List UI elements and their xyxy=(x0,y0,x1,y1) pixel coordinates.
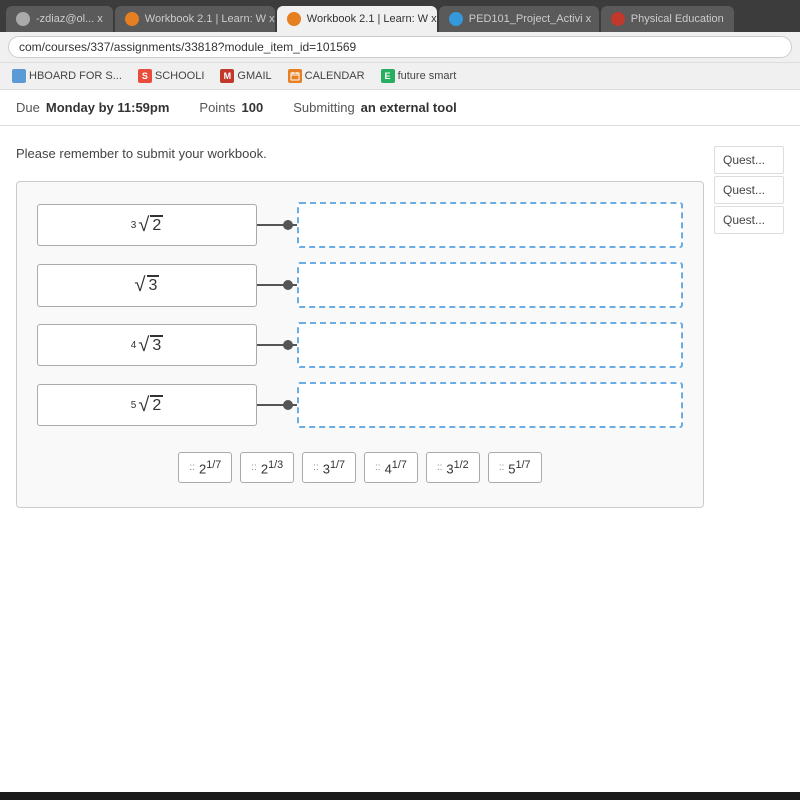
connector-1 xyxy=(257,224,297,226)
sidebar-quest-1-label: Quest... xyxy=(723,153,765,167)
tab-3[interactable]: Workbook 2.1 | Learn: W x xyxy=(277,6,437,32)
bookmark-futuresmart-label: future smart xyxy=(398,70,457,82)
tab-2[interactable]: Workbook 2.1 | Learn: W x xyxy=(115,6,275,32)
tab-4[interactable]: PED101_Project_Activi x xyxy=(439,6,599,32)
submit-notice: Please remember to submit your workbook. xyxy=(16,146,704,161)
address-bar[interactable]: com/courses/337/assignments/33818?module… xyxy=(8,36,792,58)
answer-label-4: 41/7 xyxy=(385,459,407,476)
due-value: Monday by 11:59pm xyxy=(46,100,170,115)
answer-label-1: 21/7 xyxy=(199,459,221,476)
due-label: Due xyxy=(16,100,40,115)
match-left-4: 5 √ 2 xyxy=(37,384,257,427)
drag-handle-5: :: xyxy=(437,462,443,473)
radical-4: 5 √ 2 xyxy=(131,395,163,415)
connector-4 xyxy=(257,404,297,406)
tab-2-icon xyxy=(125,12,139,26)
connector-3 xyxy=(257,344,297,346)
match-row-4: 5 √ 2 xyxy=(37,382,683,428)
bookmark-schooli-label: SCHOOLI xyxy=(155,70,205,82)
submitting-item: Submitting an external tool xyxy=(293,100,457,115)
match-row-2: √ 3 xyxy=(37,262,683,308)
drag-handle-6: :: xyxy=(499,462,505,473)
submitting-value: an external tool xyxy=(361,100,457,115)
hboard-icon xyxy=(12,69,26,83)
sidebar-quest-2-label: Quest... xyxy=(723,183,765,197)
tab-bar: -zdiaz@ol... x Workbook 2.1 | Learn: W x… xyxy=(0,6,800,32)
sidebar-quest-2[interactable]: Quest... xyxy=(714,176,784,204)
match-row-1: 3 √ 2 xyxy=(37,202,683,248)
tab-4-icon xyxy=(449,12,463,26)
bookmark-futuresmart[interactable]: E future smart xyxy=(377,67,461,85)
sidebar-quest-3[interactable]: Quest... xyxy=(714,206,784,234)
bookmark-gmail-label: GMAIL xyxy=(237,70,271,82)
match-right-4[interactable] xyxy=(297,382,683,428)
bookmark-calendar-label: CALENDAR xyxy=(305,70,365,82)
tab-1[interactable]: -zdiaz@ol... x xyxy=(6,6,113,32)
calendar-icon xyxy=(288,69,302,83)
answer-label-2: 21/3 xyxy=(261,459,283,476)
radical-3: 4 √ 3 xyxy=(131,335,163,355)
answer-chip-3[interactable]: :: 31/7 xyxy=(302,452,356,483)
answer-chip-6[interactable]: :: 51/7 xyxy=(488,452,542,483)
match-right-3[interactable] xyxy=(297,322,683,368)
answer-label-3: 31/7 xyxy=(323,459,345,476)
drag-handle-1: :: xyxy=(189,462,195,473)
drag-handle-3: :: xyxy=(313,462,319,473)
drag-handle-2: :: xyxy=(251,462,257,473)
matching-container: 3 √ 2 √ 3 xyxy=(16,181,704,508)
schooli-icon: S xyxy=(138,69,152,83)
bookmark-calendar[interactable]: CALENDAR xyxy=(284,67,369,85)
match-left-1: 3 √ 2 xyxy=(37,204,257,247)
answer-bank: :: 21/7 :: 21/3 :: 31/7 :: 41/7 xyxy=(37,448,683,487)
browser-chrome: -zdiaz@ol... x Workbook 2.1 | Learn: W x… xyxy=(0,0,800,62)
points-label: Points xyxy=(199,100,235,115)
page-content: Due Monday by 11:59pm Points 100 Submitt… xyxy=(0,90,800,792)
main-area: Please remember to submit your workbook.… xyxy=(16,146,704,508)
radical-2: √ 3 xyxy=(135,275,160,295)
answer-chip-4[interactable]: :: 41/7 xyxy=(364,452,418,483)
radical-1: 3 √ 2 xyxy=(131,215,163,235)
assignment-header: Due Monday by 11:59pm Points 100 Submitt… xyxy=(0,90,800,126)
answer-chip-2[interactable]: :: 21/3 xyxy=(240,452,294,483)
futuresmart-icon: E xyxy=(381,69,395,83)
match-right-2[interactable] xyxy=(297,262,683,308)
due-item: Due Monday by 11:59pm xyxy=(16,100,169,115)
address-bar-row: com/courses/337/assignments/33818?module… xyxy=(0,32,800,62)
tab-3-icon xyxy=(287,12,301,26)
match-row-3: 4 √ 3 xyxy=(37,322,683,368)
tab-1-label: -zdiaz@ol... x xyxy=(36,13,103,25)
answer-label-5: 31/2 xyxy=(446,459,468,476)
match-left-3: 4 √ 3 xyxy=(37,324,257,367)
points-value: 100 xyxy=(242,100,264,115)
connector-2 xyxy=(257,284,297,286)
tab-5[interactable]: Physical Education xyxy=(601,6,734,32)
tab-5-icon xyxy=(611,12,625,26)
tab-2-label: Workbook 2.1 | Learn: W x xyxy=(145,13,275,25)
submitting-label: Submitting xyxy=(293,100,354,115)
tab-4-label: PED101_Project_Activi x xyxy=(469,13,591,25)
drag-handle-4: :: xyxy=(375,462,381,473)
tab-5-label: Physical Education xyxy=(631,13,724,25)
bookmarks-bar: HBOARD FOR S... S SCHOOLI M GMAIL CALEND… xyxy=(0,62,800,90)
sidebar-panel: Quest... Quest... Quest... xyxy=(714,146,784,508)
gmail-icon: M xyxy=(220,69,234,83)
answer-chip-1[interactable]: :: 21/7 xyxy=(178,452,232,483)
bookmark-hboard-label: HBOARD FOR S... xyxy=(29,70,122,82)
sidebar-quest-1[interactable]: Quest... xyxy=(714,146,784,174)
answer-label-6: 51/7 xyxy=(508,459,530,476)
answer-chip-5[interactable]: :: 31/2 xyxy=(426,452,480,483)
match-left-2: √ 3 xyxy=(37,264,257,307)
points-item: Points 100 xyxy=(199,100,263,115)
page-body: Please remember to submit your workbook.… xyxy=(0,126,800,528)
bookmark-hboard[interactable]: HBOARD FOR S... xyxy=(8,67,126,85)
tab-3-label: Workbook 2.1 | Learn: W x xyxy=(307,13,437,25)
bookmark-gmail[interactable]: M GMAIL xyxy=(216,67,275,85)
match-right-1[interactable] xyxy=(297,202,683,248)
bookmark-schooli[interactable]: S SCHOOLI xyxy=(134,67,209,85)
sidebar-quest-3-label: Quest... xyxy=(723,213,765,227)
tab-1-icon xyxy=(16,12,30,26)
